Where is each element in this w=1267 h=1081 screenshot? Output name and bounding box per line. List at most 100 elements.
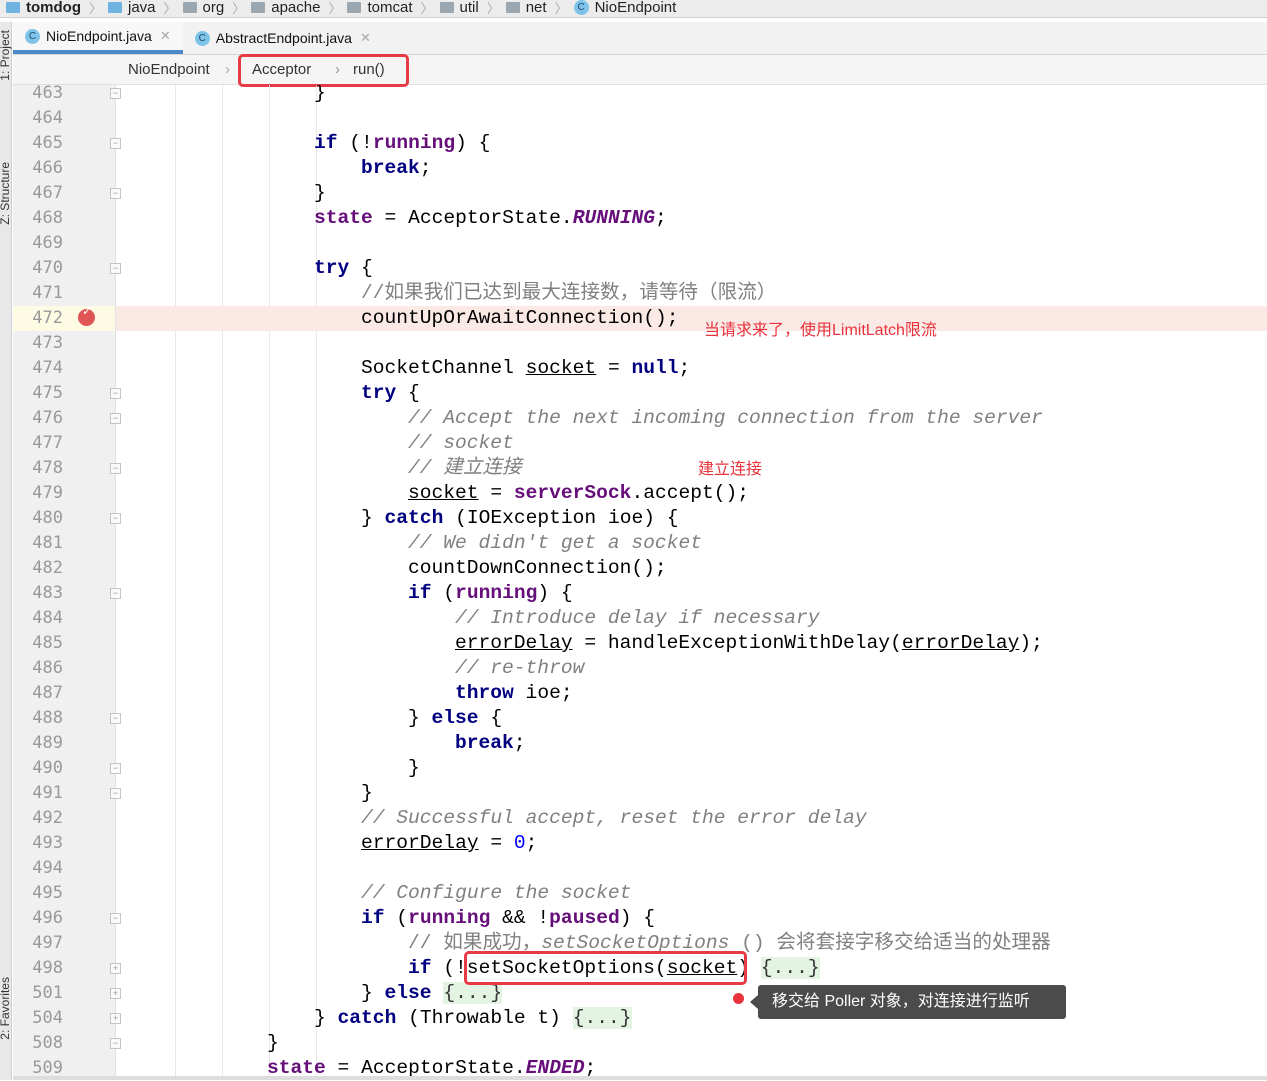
code-token: (IOException ioe) { xyxy=(443,507,679,529)
code-token: countUpOrAwaitConnection(); xyxy=(361,307,679,329)
code-line: if (running && !paused) { xyxy=(116,906,1267,931)
breadcrumb-item[interactable]: NioEndpoint xyxy=(128,61,210,78)
code-token: null xyxy=(631,357,679,379)
code-token: // Configure the socket xyxy=(361,882,632,904)
nav-item[interactable]: org 〉 xyxy=(182,0,245,17)
line-number: 473 xyxy=(32,333,63,353)
folded-code[interactable]: {...} xyxy=(572,1007,632,1029)
nav-item[interactable]: tomdog 〉 xyxy=(6,0,102,17)
nav-item[interactable]: java 〉 xyxy=(108,0,177,17)
code-token: = xyxy=(596,357,632,379)
code-token: // socket xyxy=(408,432,514,454)
favorites-tool-button[interactable]: 2: Favorites xyxy=(0,977,12,1040)
code-line: countUpOrAwaitConnection(); xyxy=(116,306,1267,331)
code-line: } xyxy=(116,1031,1267,1056)
code-token: ; xyxy=(655,207,667,229)
code-token: } xyxy=(314,182,326,204)
code-token: { xyxy=(478,707,503,729)
code-token: } xyxy=(314,1007,338,1029)
code-token: // Successful accept, reset the error de… xyxy=(361,807,867,829)
line-number: 475 xyxy=(32,383,63,403)
code-token: = xyxy=(478,482,514,504)
chevron-right-icon: 〉 xyxy=(486,1,500,16)
line-number: 478 xyxy=(32,458,63,478)
nav-item[interactable]: util 〉 xyxy=(439,0,500,17)
source-folder-icon xyxy=(108,2,122,13)
line-number: 474 xyxy=(32,358,63,378)
code-token: break xyxy=(455,732,514,754)
line-number: 490 xyxy=(32,758,63,778)
breadcrumb: NioEndpoint › Acceptor › run() xyxy=(13,55,1267,85)
nav-item[interactable]: tomcat 〉 xyxy=(347,0,434,17)
folded-code[interactable]: {...} xyxy=(760,957,820,979)
code-token: { xyxy=(349,257,373,279)
code-line: break; xyxy=(116,731,1267,756)
code-token: serverSock xyxy=(513,482,632,504)
nav-item[interactable]: net 〉 xyxy=(505,0,568,17)
code-line: } xyxy=(116,781,1267,806)
code-token: .accept(); xyxy=(631,482,750,504)
code-token: running xyxy=(408,907,491,929)
nav-item[interactable]: apache 〉 xyxy=(251,0,341,17)
code-token: 0 xyxy=(513,832,526,854)
code-token: ; xyxy=(419,157,432,179)
line-number: 470 xyxy=(32,258,63,278)
package-icon xyxy=(347,2,362,13)
highlight-box xyxy=(464,951,747,985)
tool-window-strip: 1: Project Z: Structure 2: Favorites xyxy=(0,22,12,1080)
nav-item-label: util xyxy=(459,0,479,16)
line-number: 468 xyxy=(32,208,63,228)
code-token: catch xyxy=(337,1007,397,1029)
line-number: 492 xyxy=(32,808,63,828)
package-icon xyxy=(182,2,197,13)
tab-abstractendpoint[interactable]: C AbstractEndpoint.java ✕ xyxy=(183,22,383,54)
code-token: if xyxy=(314,132,338,154)
line-number: 498 xyxy=(32,958,63,978)
code-token: ) { xyxy=(537,582,573,604)
code-line: SocketChannel socket = null; xyxy=(116,356,1267,381)
close-icon[interactable]: ✕ xyxy=(160,28,171,44)
line-number: 472 xyxy=(13,306,115,331)
line-number: 497 xyxy=(32,933,63,953)
chevron-right-icon: 〉 xyxy=(163,1,177,16)
line-number: 476 xyxy=(32,408,63,428)
code-token: throw xyxy=(455,682,514,704)
close-icon[interactable]: ✕ xyxy=(360,30,371,46)
code-line: } xyxy=(116,756,1267,781)
tab-nioendpoint[interactable]: C NioEndpoint.java ✕ xyxy=(13,22,183,54)
line-number: 488 xyxy=(32,708,63,728)
nav-item-label: tomdog xyxy=(26,0,81,16)
line-number: 463 xyxy=(32,83,63,103)
code-token: state xyxy=(314,207,373,229)
code-line: break; xyxy=(116,156,1267,181)
code-token: countDownConnection(); xyxy=(408,557,667,579)
project-tool-button[interactable]: 1: Project xyxy=(0,30,12,81)
package-icon xyxy=(251,2,266,13)
horizontal-scrollbar[interactable] xyxy=(13,1076,1267,1080)
code-token: socket xyxy=(525,357,597,379)
code-editor[interactable]: } if (!running) {break;} state = AcceptorS… xyxy=(116,85,1267,1080)
code-line: try { xyxy=(116,256,1267,281)
code-token: } xyxy=(361,982,385,1004)
code-line: // re-throw xyxy=(116,656,1267,681)
breakpoint-icon[interactable] xyxy=(78,304,95,326)
line-number: 479 xyxy=(32,483,63,503)
chevron-right-icon: 〉 xyxy=(88,1,102,16)
folded-code[interactable]: {...} xyxy=(443,982,503,1004)
code-token: ; xyxy=(525,832,538,854)
line-number: 496 xyxy=(32,908,63,928)
nav-item[interactable]: C NioEndpoint xyxy=(573,0,676,16)
line-number: 494 xyxy=(32,858,63,878)
code-token: } xyxy=(408,707,432,729)
structure-tool-button[interactable]: Z: Structure xyxy=(0,162,12,225)
chevron-right-icon: 〉 xyxy=(328,1,342,16)
line-number: 484 xyxy=(32,608,63,628)
code-token: = handleExceptionWithDelay( xyxy=(572,632,902,654)
code-token: running xyxy=(455,582,538,604)
code-token: // 建立连接 xyxy=(408,457,522,479)
code-line: // Successful accept, reset the error de… xyxy=(116,806,1267,831)
nav-item-label: tomcat xyxy=(367,0,413,16)
line-number: 501 xyxy=(32,983,63,1003)
